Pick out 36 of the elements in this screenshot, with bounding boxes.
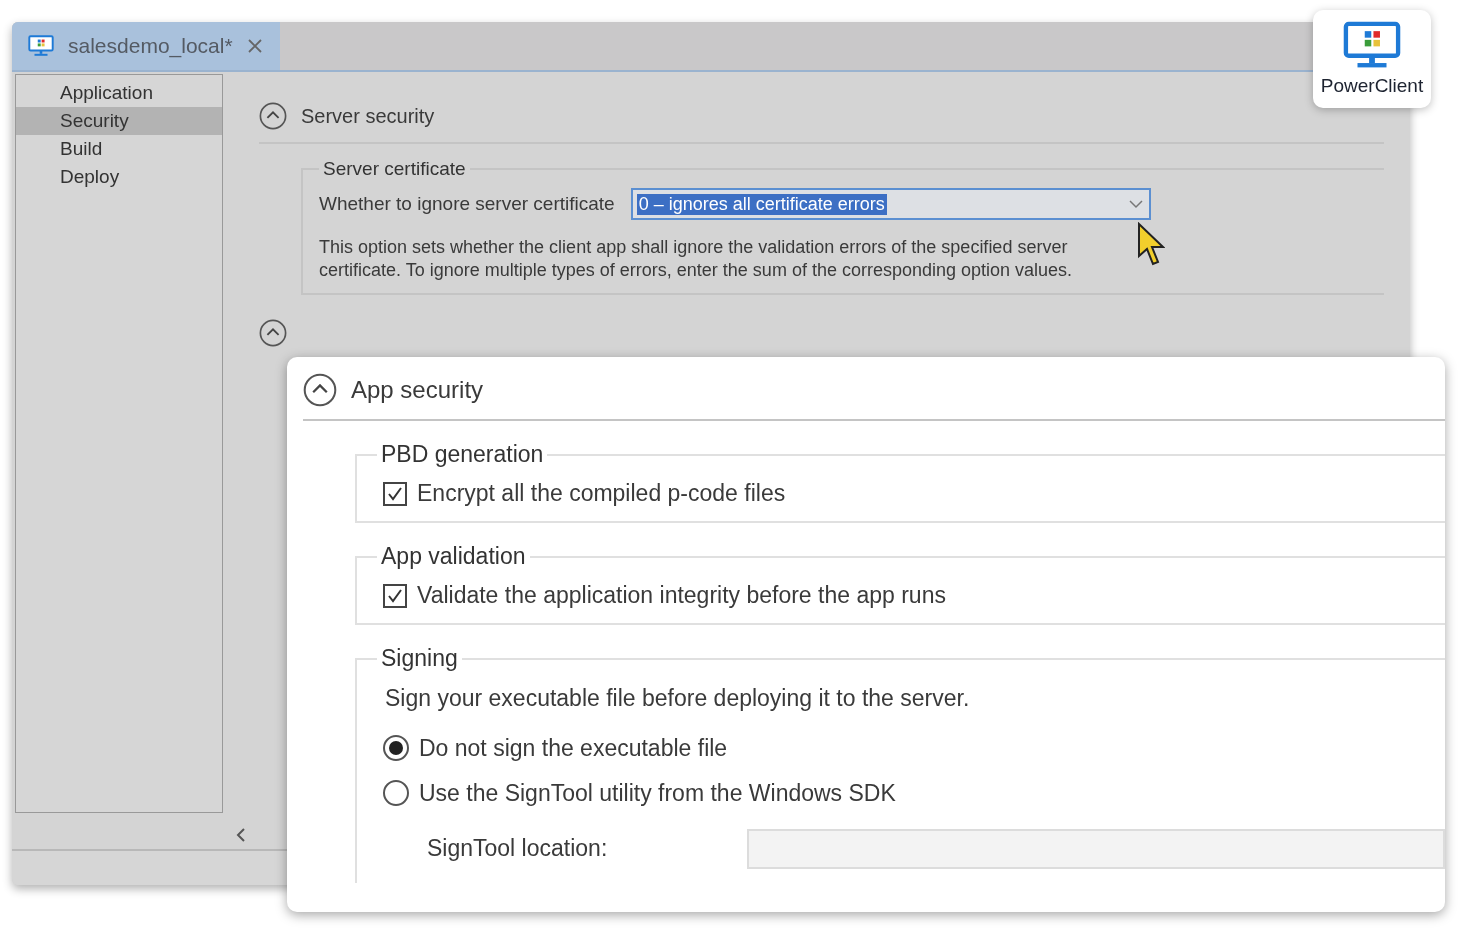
group-title: Signing [380, 645, 459, 672]
sidebar-item[interactable]: Build [16, 135, 222, 163]
collapse-icon[interactable] [259, 319, 287, 347]
field-label: Whether to ignore server certificate [319, 193, 615, 215]
cursor-arrow-icon [1137, 222, 1165, 268]
checkbox-label: Validate the application integrity before the app runs [417, 582, 946, 609]
sidebar-item[interactable]: Deploy [16, 163, 222, 191]
checkbox-label: Encrypt all the compiled p-code files [417, 480, 786, 507]
dropdown-value: 0 – ignores all certificate errors [636, 193, 887, 215]
checkbox[interactable] [383, 583, 407, 608]
radio-button[interactable] [383, 780, 409, 807]
group-title: App validation [380, 543, 527, 570]
close-icon[interactable] [246, 38, 263, 54]
scroll-left-icon[interactable] [235, 827, 247, 843]
sidebar-item[interactable]: Security [16, 107, 222, 135]
radio-label: Do not sign the executable file [419, 734, 728, 762]
chevron-down-icon [1128, 199, 1143, 209]
input-field[interactable] [747, 828, 1445, 869]
dropdown[interactable]: 0 – ignores all certificate errors [630, 188, 1151, 220]
sidebar-item[interactable]: Application [16, 79, 222, 107]
section-title: App security [351, 376, 484, 404]
checkbox[interactable] [383, 481, 407, 506]
app-name: PowerClient [1320, 74, 1424, 97]
document-tab[interactable]: salesdemo_local* [12, 22, 280, 70]
radio-button[interactable] [383, 735, 409, 762]
description-text: Sign your executable file before deploying it to the server. [385, 684, 971, 713]
section-title: Server security [301, 104, 435, 128]
field-label: SignTool location: [427, 835, 608, 863]
radio-label: Use the SignTool utility from the Windows SDK [419, 779, 896, 807]
description-text: This option sets whether the client app shall ignore the validation errors of the specified server certificate. To ignore multiple types of errors, enter the sum of the corresponding option values. [319, 236, 1074, 281]
collapse-icon[interactable] [303, 373, 337, 407]
monitor-icon [28, 34, 54, 58]
group-title: PBD generation [380, 441, 545, 468]
tab-title: salesdemo_local* [68, 34, 233, 58]
collapse-icon[interactable] [259, 102, 287, 130]
group-title: Server certificate [322, 158, 467, 180]
